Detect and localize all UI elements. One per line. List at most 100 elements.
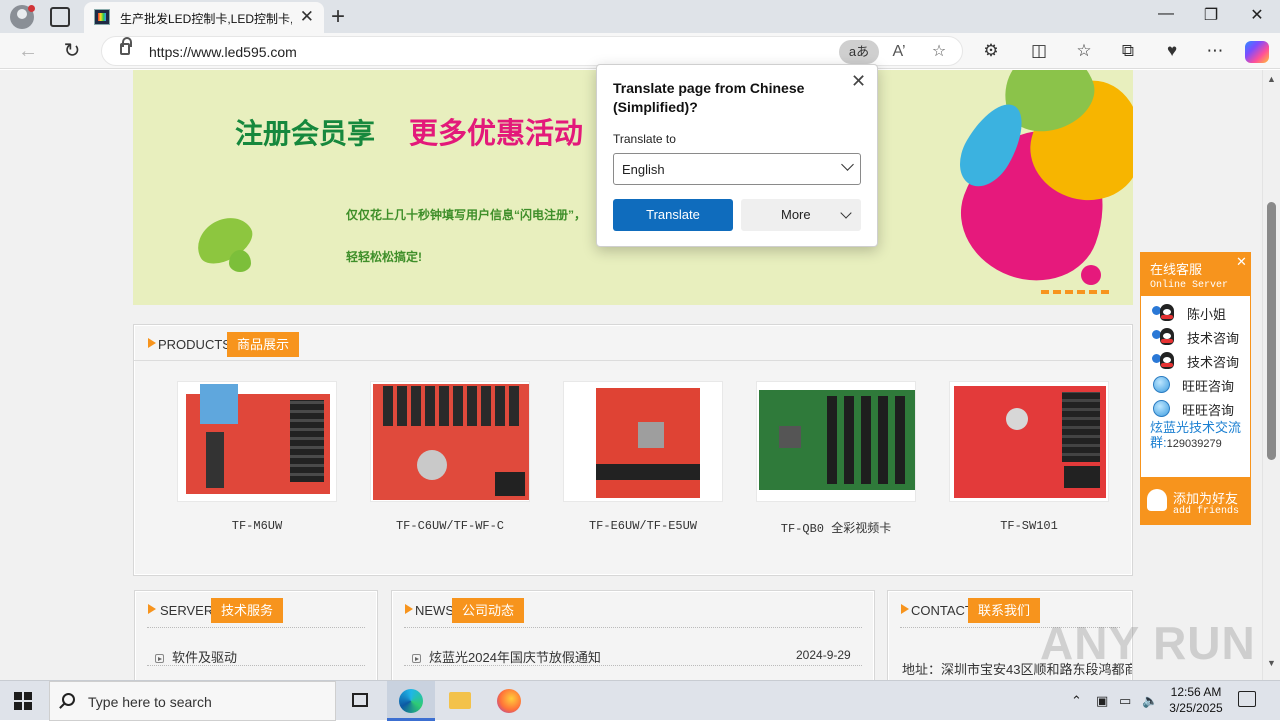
firefox-icon[interactable] (485, 681, 533, 721)
browser-essentials-icon[interactable]: ♥ (1159, 39, 1185, 63)
product-name[interactable]: TF-SW101 (948, 519, 1110, 533)
product-item[interactable]: TF-QB0 全彩视频卡 (755, 381, 917, 536)
windows-taskbar: Type here to search ⌃ ▣ ▭ 🔈 12:56 AM 3/2… (0, 680, 1280, 721)
extensions-icon[interactable]: ⚙ (978, 39, 1004, 63)
products-title-cn[interactable]: 商品展示 (227, 332, 300, 357)
chevron-down-icon[interactable] (841, 158, 854, 171)
chevron-down-icon[interactable] (840, 207, 852, 219)
collections-icon[interactable]: ⧉ (1115, 39, 1141, 63)
translate-popup: Translate page from Chinese (Simplified)… (596, 64, 878, 247)
scroll-up-icon[interactable]: ▲ (1267, 74, 1276, 84)
product-item[interactable]: TF-E6UW/TF-E5UW (562, 381, 724, 533)
volume-icon[interactable]: 🔈 (1142, 693, 1158, 709)
product-item[interactable]: TF-M6UW (176, 381, 338, 533)
arrow-icon (148, 604, 156, 614)
watermark: ANY RUN (1040, 617, 1256, 669)
products-header: PRODUCTS 商品展示 (134, 325, 1132, 361)
refresh-icon[interactable]: ↻ (58, 38, 86, 64)
news-title-cn[interactable]: 公司动态 (452, 598, 525, 623)
product-name[interactable]: TF-QB0 全彩视频卡 (755, 519, 917, 536)
active-tab[interactable]: 生产批发LED控制卡,LED控制卡,G ✕ (84, 2, 324, 33)
qq-penguin-icon (1147, 489, 1167, 511)
edge-taskbar-icon[interactable] (387, 681, 435, 721)
cs-close-icon[interactable]: ✕ (1236, 254, 1247, 270)
arrow-icon (148, 338, 156, 348)
wangwang-icon (1153, 400, 1170, 417)
back-icon[interactable]: ← (14, 38, 42, 64)
list-item[interactable]: 软件及驱动 (155, 647, 237, 666)
translate-popup-title: Translate page from Chinese (Simplified)… (613, 80, 805, 115)
banner-slide-indicators[interactable] (1041, 282, 1115, 294)
news-header: NEWS 公司动态 (392, 591, 874, 627)
language-select[interactable]: English (613, 153, 861, 185)
contact-title-cn[interactable]: 联系我们 (968, 598, 1041, 623)
server-title-cn[interactable]: 技术服务 (211, 598, 284, 623)
popup-close-icon[interactable]: ✕ (851, 71, 866, 92)
translate-icon[interactable]: aあ (839, 40, 879, 64)
address-bar[interactable]: https://www.led595.com aあ A’ ☆ (101, 36, 963, 66)
cs-group-info[interactable]: 炫蓝光技术交流群:129039279 (1150, 420, 1245, 452)
split-screen-icon[interactable]: ◫ (1026, 39, 1052, 63)
banner-headline-2: 更多优惠活动 (409, 118, 584, 150)
product-item[interactable]: TF-SW101 (948, 381, 1110, 533)
news-title-en: NEWS (415, 603, 454, 618)
product-name[interactable]: TF-E6UW/TF-E5UW (562, 519, 724, 533)
minimize-icon[interactable]: — (1151, 5, 1181, 23)
qq-icon (1152, 352, 1174, 369)
copilot-icon[interactable] (1245, 41, 1269, 63)
task-view-icon[interactable] (337, 681, 385, 721)
taskbar-clock[interactable]: 12:56 AM 3/25/2025 (1165, 684, 1227, 716)
tab-actions-icon[interactable] (50, 7, 70, 27)
cs-subtitle: Online Server (1150, 280, 1229, 291)
file-explorer-icon[interactable] (436, 681, 484, 721)
product-name[interactable]: TF-M6UW (176, 519, 338, 533)
address-url[interactable]: https://www.led595.com (149, 44, 297, 60)
favorites-icon[interactable]: ☆ (1071, 39, 1097, 63)
favorite-star-icon[interactable]: ☆ (925, 39, 953, 65)
more-menu-icon[interactable]: ⋯ (1202, 39, 1228, 63)
banner-text-1: 仅仅花上几十秒钟填写用户信息“闪电注册”， (346, 208, 587, 222)
windows-start-icon[interactable] (14, 692, 33, 711)
wangwang-icon (1153, 376, 1170, 393)
tray-chevron-up-icon[interactable]: ⌃ (1071, 693, 1082, 709)
selected-language[interactable]: English (622, 162, 665, 177)
page-scrollbar[interactable]: ▲ ▼ (1262, 70, 1280, 680)
translate-to-label: Translate to (613, 132, 676, 146)
news-date: 2024-9-29 (796, 648, 851, 662)
read-aloud-icon[interactable]: A’ (885, 39, 913, 65)
add-friends-button[interactable]: 添加为好友 add friends (1140, 477, 1251, 525)
news-item[interactable]: 炫蓝光2024年国庆节放假通知 (412, 647, 601, 666)
product-image[interactable] (177, 381, 337, 502)
product-image[interactable] (756, 381, 916, 502)
scroll-down-icon[interactable]: ▼ (1267, 658, 1276, 668)
product-image[interactable] (563, 381, 723, 502)
product-image[interactable] (370, 381, 530, 502)
tab-close-icon[interactable]: ✕ (300, 7, 314, 27)
new-tab-icon[interactable]: + (331, 3, 345, 31)
products-panel: PRODUCTS 商品展示 TF-M6UW TF-C6UW/TF-WF-C TF… (133, 324, 1133, 576)
lock-icon[interactable] (120, 37, 132, 55)
bullet-icon (155, 654, 164, 663)
translate-button[interactable]: Translate (613, 199, 733, 231)
product-image[interactable] (949, 381, 1109, 502)
network-icon[interactable]: ▭ (1119, 693, 1131, 709)
contact-title-en: CONTACT (911, 603, 973, 618)
taskbar-search-placeholder[interactable]: Type here to search (88, 694, 212, 710)
banner-headline-1: 注册会员享 (235, 118, 376, 149)
restore-icon[interactable]: ❐ (1196, 5, 1226, 25)
tab-title: 生产批发LED控制卡,LED控制卡,G (120, 12, 292, 26)
scroll-thumb[interactable] (1267, 202, 1276, 460)
products-title-en: PRODUCTS (158, 337, 231, 352)
close-window-icon[interactable]: ✕ (1242, 5, 1272, 25)
tray-device-icon[interactable]: ▣ (1096, 693, 1108, 709)
product-name[interactable]: TF-C6UW/TF-WF-C (369, 519, 531, 533)
notification-icon[interactable] (1238, 691, 1256, 707)
cs-title: 在线客服 (1150, 262, 1203, 277)
product-item[interactable]: TF-C6UW/TF-WF-C (369, 381, 531, 533)
taskbar-search[interactable]: Type here to search (49, 681, 336, 721)
arrow-icon (405, 604, 413, 614)
qq-icon (1152, 328, 1174, 345)
search-icon (62, 693, 75, 706)
banner-text-2: 轻轻松松搞定! (346, 250, 422, 264)
more-button[interactable]: More (741, 199, 861, 231)
